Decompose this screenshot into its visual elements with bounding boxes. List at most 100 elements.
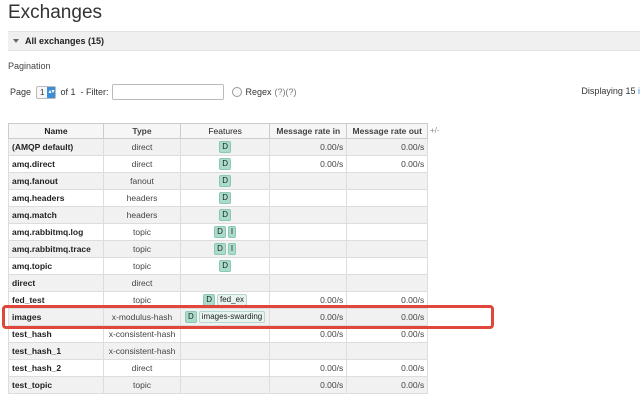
table-row: test_topic topic 0.00/s 0.00/s — [8, 376, 429, 394]
pagination-controls: Page 1 ▴▾ of 1 - Filter: Regex (?)(?) — [10, 84, 297, 100]
exchange-name-link[interactable]: amq.match — [8, 206, 104, 224]
table-row: fed_test topic Dfed_ex 0.00/s 0.00/s — [8, 291, 429, 309]
exchange-name-link[interactable]: amq.direct — [8, 155, 104, 173]
exchange-type: headers — [103, 189, 181, 207]
exchange-features — [179, 359, 271, 377]
message-rate-in: 0.00/s — [269, 138, 348, 156]
feature-badge: D — [214, 226, 226, 238]
table-row: amq.match headers D — [8, 206, 429, 224]
exchange-features — [179, 274, 271, 292]
message-rate-in — [269, 223, 348, 241]
message-rate-in: 0.00/s — [269, 325, 348, 343]
exchange-type: topic — [103, 376, 181, 394]
feature-badge: I — [227, 226, 237, 238]
table-row: amq.fanout fanout D — [8, 172, 429, 190]
exchange-name-link[interactable]: test_hash_2 — [8, 359, 104, 377]
displaying-number: 15 — [625, 86, 636, 96]
exchange-type: direct — [103, 274, 181, 292]
exchange-type: topic — [103, 257, 181, 275]
regex-label: Regex — [245, 87, 272, 97]
exchange-name-link[interactable]: test_topic — [8, 376, 104, 394]
exchange-name-link[interactable]: test_hash_1 — [8, 342, 104, 360]
exchange-name-link[interactable]: images — [8, 308, 104, 326]
table-row: amq.headers headers D — [8, 189, 429, 207]
table-row: amq.direct direct D 0.00/s 0.00/s — [8, 155, 429, 173]
message-rate-in: 0.00/s — [269, 359, 348, 377]
filter-label: - Filter: — [80, 87, 109, 97]
message-rate-out: 0.00/s — [346, 325, 429, 343]
exchange-features: Dfed_ex — [179, 291, 271, 309]
exchange-type: direct — [103, 155, 181, 173]
message-rate-out: 0.00/s — [346, 308, 429, 326]
regex-radio[interactable] — [231, 87, 242, 97]
collapse-triangle-icon — [13, 39, 19, 43]
exchange-name-link[interactable]: amq.headers — [8, 189, 104, 207]
feature-badge: D — [203, 294, 215, 306]
feature-badge: D — [219, 175, 232, 187]
message-rate-in — [269, 274, 348, 292]
feature-badge: D — [185, 311, 197, 323]
feature-tag: images-swarding — [198, 311, 266, 323]
exchange-name-link[interactable]: amq.fanout — [8, 172, 104, 190]
page-select-value: 1 — [40, 87, 45, 97]
exchange-name-link[interactable]: amq.rabbitmq.log — [8, 223, 104, 241]
table-row: (AMQP default) direct D 0.00/s 0.00/s — [8, 138, 429, 156]
message-rate-out — [346, 240, 429, 258]
toggle-columns-link[interactable]: +/- — [430, 126, 440, 135]
message-rate-out — [346, 257, 429, 275]
exchange-features: DI — [179, 240, 271, 258]
message-rate-in — [269, 240, 348, 258]
exchange-type: topic — [103, 291, 181, 309]
message-rate-out: 0.00/s — [346, 155, 429, 173]
regex-help-link[interactable]: (?)(?) — [275, 87, 297, 97]
section-header-all-exchanges[interactable]: All exchanges (15) — [8, 31, 640, 51]
message-rate-out — [346, 342, 429, 360]
header-features: Features — [179, 123, 271, 139]
exchange-features: D — [179, 172, 271, 190]
header-type[interactable]: Type — [103, 123, 181, 139]
exchange-type: x-modulus-hash — [103, 308, 181, 326]
page-title: Exchanges — [8, 2, 103, 23]
page-spinner-icon[interactable]: ▴▾ — [47, 86, 56, 98]
exchange-features — [179, 325, 271, 343]
displaying-label: Displaying — [581, 86, 623, 96]
pagination-label: Pagination — [8, 61, 51, 71]
exchange-features: Dimages-swarding — [179, 308, 271, 326]
message-rate-out: 0.00/s — [346, 138, 429, 156]
feature-tag: fed_ex — [217, 294, 248, 306]
exchange-features — [179, 342, 271, 360]
feature-badge: I — [227, 243, 237, 255]
message-rate-in: 0.00/s — [269, 291, 348, 309]
exchange-features: D — [179, 257, 271, 275]
table-body: (AMQP default) direct D 0.00/s 0.00/s amq.dir… — [8, 138, 429, 394]
exchange-name-link[interactable]: amq.rabbitmq.trace — [8, 240, 104, 258]
message-rate-in: 0.00/s — [269, 155, 348, 173]
header-name[interactable]: Name — [8, 123, 104, 139]
feature-badge: D — [219, 260, 232, 272]
exchange-features: D — [179, 189, 271, 207]
exchange-name-link[interactable]: amq.topic — [8, 257, 104, 275]
exchange-name-link[interactable]: (AMQP default) — [8, 138, 104, 156]
table-row: amq.rabbitmq.trace topic D I — [8, 240, 429, 258]
feature-badge: D — [219, 141, 232, 153]
table-header-row: Name Type Features Message rate in Messa… — [8, 123, 429, 139]
exchange-type: headers — [103, 206, 181, 224]
feature-badge: D — [214, 243, 226, 255]
table-row: test_hash x-consistent-hash 0.00/s 0.00/s — [8, 325, 429, 343]
exchange-name-link[interactable]: test_hash — [8, 325, 104, 343]
message-rate-out — [346, 206, 429, 224]
exchange-type: x-consistent-hash — [103, 325, 181, 343]
exchange-name-link[interactable]: fed_test — [8, 291, 104, 309]
page-label: Page — [10, 87, 32, 97]
page-select[interactable]: 1 ▴▾ — [36, 85, 57, 99]
table-row: test_hash_1 x-consistent-hash — [8, 342, 429, 360]
message-rate-in — [269, 206, 348, 224]
message-rate-in — [269, 189, 348, 207]
page-of-label: of 1 — [60, 87, 76, 97]
message-rate-out — [346, 189, 429, 207]
message-rate-out — [346, 172, 429, 190]
filter-input[interactable] — [111, 84, 224, 100]
exchange-name-link[interactable]: direct — [8, 274, 104, 292]
section-title: All exchanges (15) — [25, 36, 105, 46]
exchange-type: topic — [103, 223, 181, 241]
